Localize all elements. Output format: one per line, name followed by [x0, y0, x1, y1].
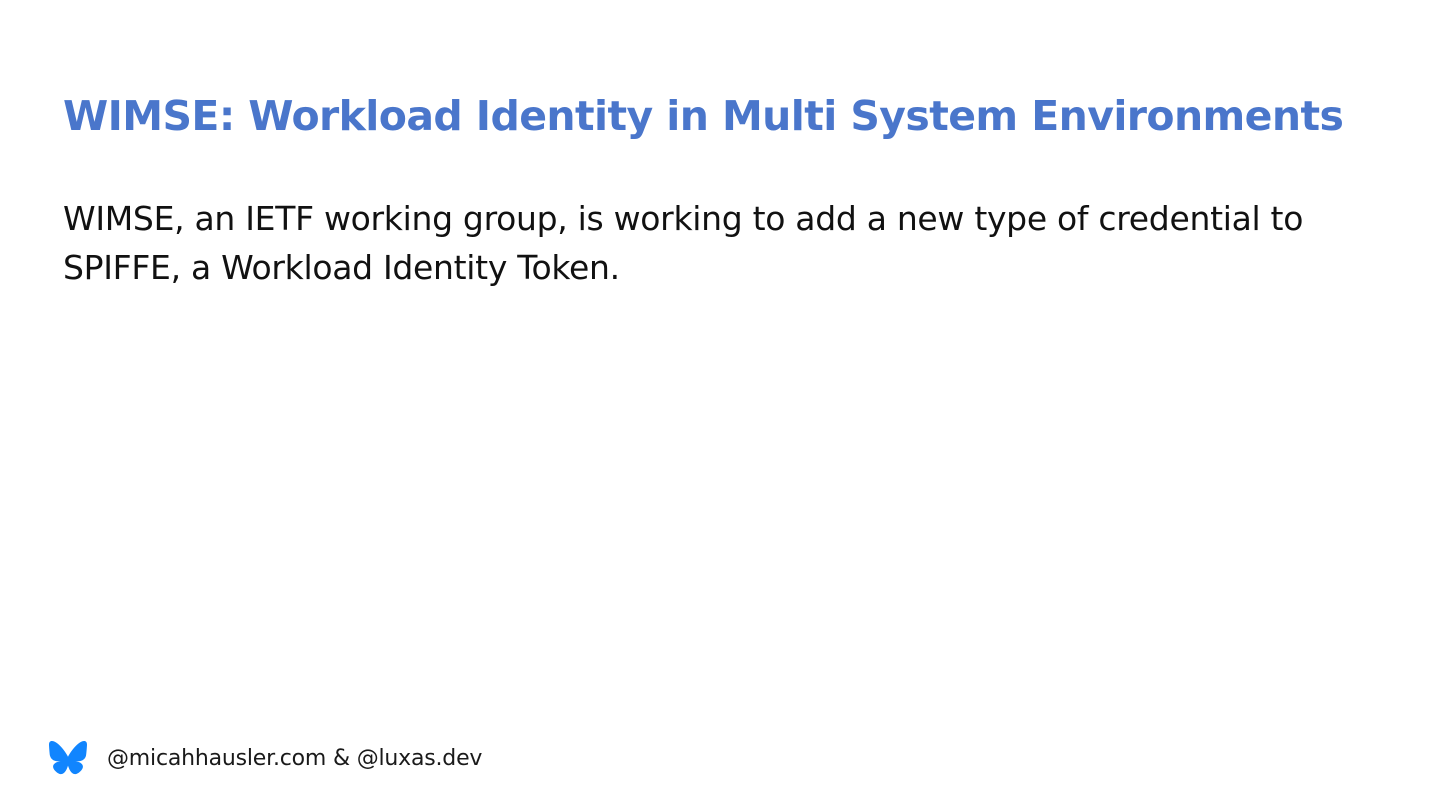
slide-footer: @micahhausler.com & @luxas.dev [49, 738, 482, 778]
slide-body: WIMSE, an IETF working group, is working… [63, 194, 1383, 292]
slide-title: WIMSE: Workload Identity in Multi System… [63, 92, 1344, 140]
body-line-2-start: SPIFFE, a [63, 248, 222, 287]
author-handles: @micahhausler.com & @luxas.dev [107, 745, 483, 771]
body-line-2-end: . [609, 248, 621, 287]
body-line-1: WIMSE, an IETF working group, is working… [63, 199, 1304, 238]
workload-identity-token-term: Workload Identity Token [221, 248, 610, 287]
bluesky-butterfly-icon [49, 741, 87, 775]
